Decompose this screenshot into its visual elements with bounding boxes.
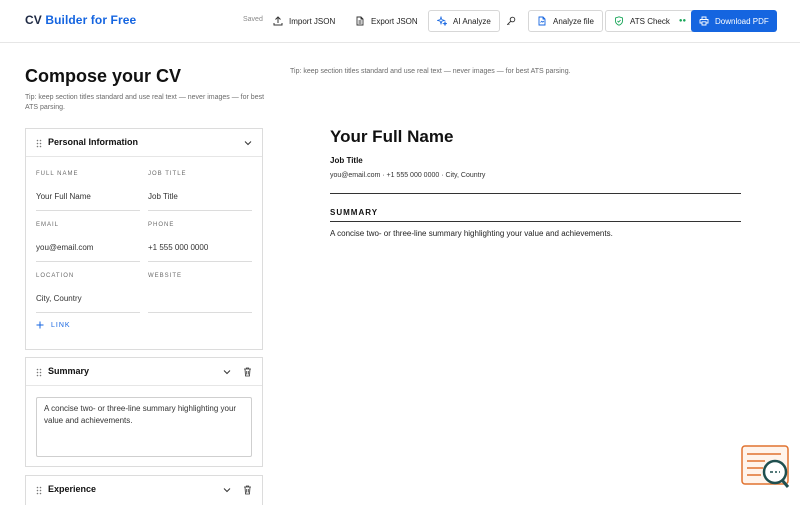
chevron-down-icon[interactable] — [223, 486, 231, 494]
printer-icon — [699, 16, 709, 26]
trash-icon[interactable] — [243, 485, 252, 495]
location-label: LOCATION — [36, 273, 75, 279]
summary-card: Summary A concise two- or three-line sum… — [25, 357, 263, 467]
add-link-button[interactable]: LINK — [36, 321, 71, 329]
key-icon — [506, 16, 516, 26]
email-input[interactable]: you@email.com — [36, 243, 93, 252]
personal-info-card: Personal Information FULL NAME Your Full… — [25, 128, 263, 350]
experience-card: Experience — [25, 475, 263, 505]
analyze-file-button[interactable]: Analyze file — [528, 10, 603, 32]
app-logo[interactable]: CV Builder for Free — [25, 13, 136, 27]
download-pdf-label: Download PDF — [715, 16, 769, 26]
drag-handle-icon[interactable] — [36, 139, 42, 148]
ats-check-button[interactable]: ATS Check ●● — [605, 10, 696, 32]
phone-underline — [148, 261, 252, 262]
preview-summary-text: A concise two- or three-line summary hig… — [330, 229, 613, 238]
brand-for-free: for Free — [90, 13, 137, 27]
page-title: Compose your CV — [25, 66, 182, 86]
key-button[interactable] — [506, 11, 516, 31]
personal-info-header[interactable]: Personal Information — [26, 129, 262, 157]
preview-tip: Tip: keep section titles standard and us… — [290, 68, 571, 75]
ai-analyze-label: AI Analyze — [453, 16, 491, 26]
file-icon — [356, 16, 364, 26]
job-title-label: JOB TITLE — [148, 171, 187, 177]
preview-section-rule — [330, 221, 741, 222]
job-title-underline — [148, 210, 252, 211]
phone-input[interactable]: +1 555 000 0000 — [148, 243, 208, 252]
website-label: WEBSITE — [148, 273, 183, 279]
chevron-down-icon[interactable] — [223, 368, 231, 376]
ai-analyze-button[interactable]: AI Analyze — [428, 10, 500, 32]
drag-handle-icon[interactable] — [36, 486, 42, 495]
export-json-button[interactable]: Export JSON — [355, 11, 418, 31]
saved-status: Saved — [243, 16, 263, 23]
summary-textarea[interactable]: A concise two- or three-line summary hig… — [36, 397, 252, 457]
job-title-input[interactable]: Job Title — [148, 192, 178, 201]
location-underline — [36, 312, 140, 313]
download-pdf-button[interactable]: Download PDF — [691, 10, 777, 32]
full-name-label: FULL NAME — [36, 171, 79, 177]
preview-summary-heading: SUMMARY — [330, 208, 379, 217]
ats-badge: ●● — [678, 18, 687, 24]
feedback-widget-icon[interactable] — [741, 445, 791, 490]
full-name-input[interactable]: Your Full Name — [36, 192, 91, 201]
personal-info-title: Personal Information — [48, 137, 139, 147]
add-link-label: LINK — [51, 321, 71, 329]
brand-builder: Builder — [45, 13, 88, 27]
brand-cv: CV — [25, 13, 42, 27]
tip-text: Tip: keep section titles standard and us… — [25, 94, 265, 111]
email-underline — [36, 261, 140, 262]
preview-name: Your Full Name — [330, 127, 454, 146]
sparkle-icon — [437, 16, 447, 26]
upload-icon — [273, 16, 283, 26]
experience-title: Experience — [48, 484, 97, 494]
analyze-file-label: Analyze file — [553, 16, 594, 26]
preview-contact: you@email.com · +1 555 000 0000 · City, … — [330, 172, 486, 179]
shield-check-icon — [615, 16, 623, 26]
phone-label: PHONE — [148, 222, 175, 228]
website-underline — [148, 312, 252, 313]
preview-job-title: Job Title — [330, 156, 363, 165]
import-json-button[interactable]: Import JSON — [273, 11, 335, 31]
plus-icon — [36, 321, 44, 329]
chevron-down-icon[interactable] — [244, 139, 252, 147]
preview-divider — [330, 193, 741, 194]
trash-icon[interactable] — [243, 367, 252, 377]
location-input[interactable]: City, Country — [36, 294, 82, 303]
summary-title: Summary — [48, 366, 90, 376]
import-json-label: Import JSON — [289, 16, 336, 26]
drag-handle-icon[interactable] — [36, 368, 42, 377]
top-toolbar: CV Builder for Free Saved Import JSON Ex… — [0, 0, 800, 43]
file-analyze-icon — [538, 16, 546, 26]
summary-header[interactable]: Summary — [26, 358, 262, 386]
export-json-label: Export JSON — [371, 16, 418, 26]
full-name-underline — [36, 210, 140, 211]
ats-check-label: ATS Check — [630, 16, 670, 26]
email-label: EMAIL — [36, 222, 60, 228]
